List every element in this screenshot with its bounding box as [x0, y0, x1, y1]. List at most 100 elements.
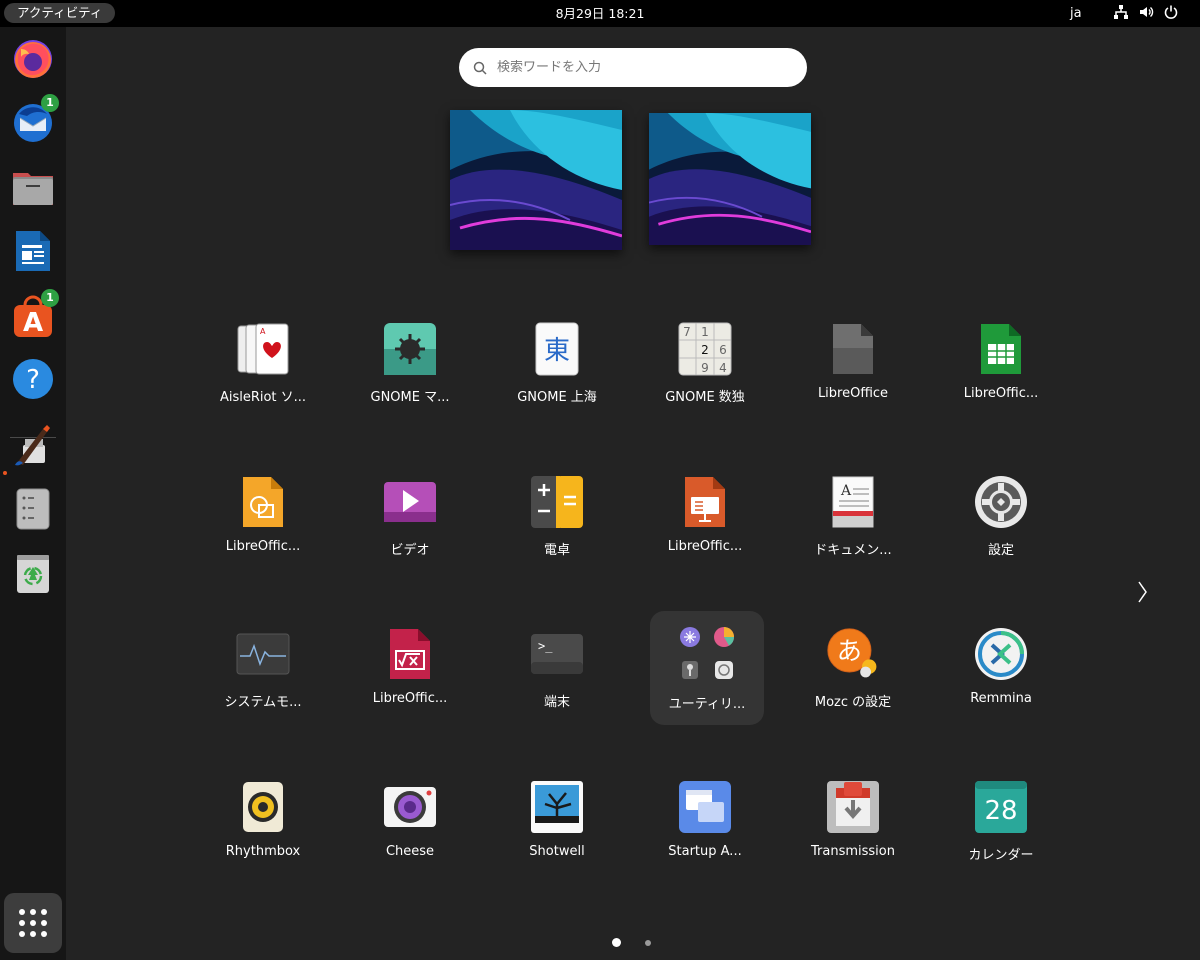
search-input[interactable]: [497, 60, 777, 75]
dock-disk-utility[interactable]: [9, 485, 57, 533]
app-calendar[interactable]: 28 カレンダー: [927, 768, 1075, 878]
dock-files[interactable]: [9, 163, 57, 211]
app-libreoffice[interactable]: LibreOffice: [779, 310, 927, 420]
running-indicator: [3, 471, 7, 475]
activity-monitor-icon: [236, 633, 290, 675]
app-system-monitor[interactable]: システムモ...: [189, 615, 337, 725]
page-dot-1[interactable]: [612, 938, 621, 947]
folder-preview-icons: [680, 627, 734, 679]
search-icon: [473, 61, 487, 75]
app-settings[interactable]: 設定: [927, 463, 1075, 573]
app-aisleriot[interactable]: A AisleRiot ソ...: [189, 310, 337, 420]
svg-text:28: 28: [984, 796, 1017, 826]
app-calculator[interactable]: 電卓: [483, 463, 631, 573]
datetime-label[interactable]: 8月29日 18:21: [556, 6, 645, 21]
activities-button[interactable]: アクティビティ: [4, 3, 116, 23]
app-libreoffice-impress[interactable]: LibreOffic...: [631, 463, 779, 573]
app-remmina[interactable]: Remmina: [927, 615, 1075, 725]
app-transmission[interactable]: Transmission: [779, 768, 927, 878]
windows-icon: [679, 781, 731, 833]
app-terminal[interactable]: >_ 端末: [483, 615, 631, 725]
power-icon: [1164, 5, 1178, 19]
draw-icon: [243, 477, 283, 527]
sudoku-grid-icon: 7 1 2 6 9 4: [678, 322, 732, 376]
trash-icon: [17, 555, 49, 593]
svg-text:A: A: [23, 308, 43, 338]
server-icon: [16, 488, 50, 530]
svg-text:A: A: [260, 327, 266, 336]
app-cheese[interactable]: Cheese: [336, 768, 484, 878]
top-bar: アクティビティ 8月29日 18:21 ja: [0, 0, 1200, 27]
app-mozc-settings[interactable]: あ Mozc の設定: [779, 615, 927, 725]
svg-text:あ: あ: [837, 636, 862, 665]
paint-brush-icon: [15, 425, 50, 466]
remmina-icon: [975, 628, 1027, 680]
calendar-icon: 28: [975, 781, 1027, 833]
terminal-icon: >_: [531, 634, 583, 674]
folder-utilities[interactable]: ユーティリ...: [650, 611, 764, 725]
download-icon: [827, 781, 879, 833]
app-videos[interactable]: ビデオ: [336, 463, 484, 573]
dock: 1 A 1 ?: [0, 27, 66, 960]
play-icon: [384, 482, 436, 522]
app-shotwell[interactable]: Shotwell: [483, 768, 631, 878]
dock-firefox[interactable]: [9, 35, 57, 83]
workspace-thumbnail-1[interactable]: [450, 110, 622, 250]
svg-text:?: ?: [26, 365, 40, 395]
app-libreoffice-draw[interactable]: LibreOffic...: [189, 463, 337, 573]
dock-pinta[interactable]: [9, 421, 57, 469]
page-dot-2[interactable]: [645, 939, 651, 946]
mahjong-tile-icon: 東: [535, 322, 579, 376]
calculator-icon: [531, 476, 583, 528]
svg-text:>_: >_: [538, 639, 553, 653]
input-method-indicator[interactable]: ja: [1070, 0, 1082, 27]
mozc-icon: あ: [827, 628, 877, 678]
app-rhythmbox[interactable]: Rhythmbox: [189, 768, 337, 878]
speaker-icon: [243, 782, 283, 832]
grid-icon: [19, 909, 47, 937]
svg-text:2: 2: [701, 343, 709, 357]
svg-text:東: 東: [544, 336, 570, 366]
dock-trash[interactable]: [9, 549, 57, 597]
thunderbird-badge: 1: [41, 94, 59, 112]
writer-icon: [16, 231, 50, 271]
workspace-thumbnail-2[interactable]: [649, 113, 811, 245]
camera-icon: [384, 787, 436, 827]
svg-text:9: 9: [701, 361, 709, 375]
app-libreoffice-math[interactable]: LibreOffic...: [336, 615, 484, 725]
app-startup-applications[interactable]: Startup A...: [631, 768, 779, 878]
svg-text:1: 1: [701, 325, 709, 339]
photo-icon: [531, 781, 583, 833]
impress-icon: [685, 477, 725, 527]
search-box[interactable]: [459, 48, 807, 87]
app-libreoffice-calc[interactable]: LibreOffic...: [927, 310, 1075, 420]
app-gnome-mahjongg[interactable]: 東 GNOME 上海: [483, 310, 631, 420]
volume-icon: [1140, 6, 1154, 18]
svg-text:6: 6: [719, 343, 727, 357]
calc-icon: [981, 324, 1021, 374]
dock-help[interactable]: ?: [9, 355, 57, 403]
mine-icon: [384, 323, 436, 375]
app-document-viewer[interactable]: A ドキュメン...: [779, 463, 927, 573]
math-icon: [390, 629, 430, 679]
dock-thunderbird[interactable]: 1: [9, 94, 59, 146]
firefox-icon: [14, 40, 52, 78]
app-gnome-mines[interactable]: GNOME マ...: [336, 310, 484, 420]
clock: 8月29日 18:21: [0, 0, 1200, 27]
wallpaper-image: [450, 110, 622, 250]
dock-libreoffice-writer[interactable]: [9, 227, 57, 275]
document-icon: A: [832, 476, 874, 528]
system-tray[interactable]: [1113, 4, 1179, 20]
playing-cards-icon: A: [237, 323, 289, 375]
show-apps-button[interactable]: [4, 893, 62, 953]
network-icon: [1114, 5, 1128, 19]
help-icon: ?: [13, 359, 53, 399]
software-badge: 1: [41, 289, 59, 307]
app-gnome-sudoku[interactable]: 7 1 2 6 9 4 GNOME 数独: [631, 310, 779, 420]
svg-text:7: 7: [683, 325, 691, 339]
svg-text:4: 4: [719, 361, 727, 375]
dock-software[interactable]: A 1: [9, 289, 59, 341]
folder-icon: [13, 173, 53, 205]
wallpaper-image: [649, 113, 811, 245]
next-page-arrow[interactable]: [1134, 578, 1150, 606]
